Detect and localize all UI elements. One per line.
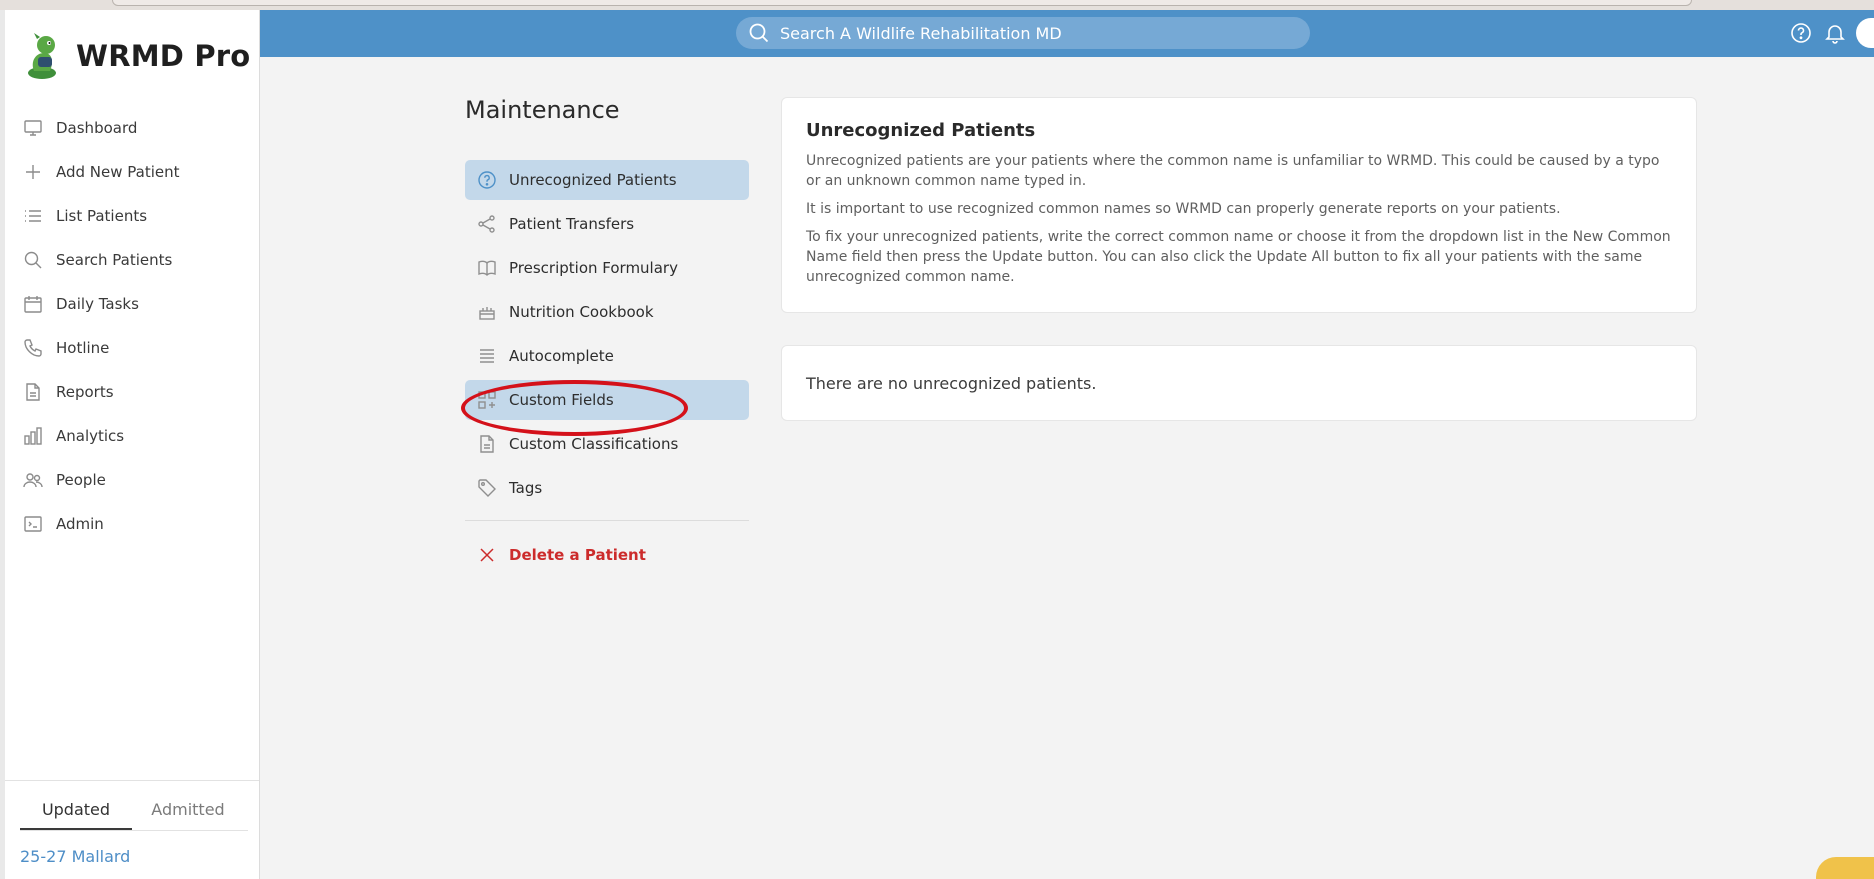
menu-divider [465, 520, 749, 521]
monitor-icon [20, 115, 46, 141]
menu-item-custom-fields[interactable]: Custom Fields [465, 380, 749, 420]
help-icon[interactable] [1786, 18, 1816, 48]
sidebar-item-search-patients[interactable]: Search Patients [0, 238, 259, 282]
terminal-icon [20, 511, 46, 537]
search-input[interactable]: Search A Wildlife Rehabilitation MD [736, 17, 1310, 49]
question-circle-icon [475, 168, 499, 192]
grid-plus-icon [475, 388, 499, 412]
document-icon [475, 432, 499, 456]
lines-icon [475, 344, 499, 368]
menu-item-prescription-formulary[interactable]: Prescription Formulary [465, 248, 749, 288]
cake-icon [475, 300, 499, 324]
delete-patient-label: Delete a Patient [509, 546, 646, 564]
menu-item-label: Tags [509, 479, 543, 497]
menu-item-label: Custom Classifications [509, 435, 679, 453]
people-icon [20, 467, 46, 493]
header-actions [1782, 18, 1874, 48]
sidebar-item-daily-tasks[interactable]: Daily Tasks [0, 282, 259, 326]
tab-row: Updated Admitted [20, 791, 248, 831]
sidebar-item-add-new-patient[interactable]: Add New Patient [0, 150, 259, 194]
maintenance-menu: Unrecognized Patients Patient Transfers … [465, 160, 749, 579]
menu-item-label: Prescription Formulary [509, 259, 678, 277]
tag-icon [475, 476, 499, 500]
menu-item-label: Custom Fields [509, 391, 614, 409]
empty-state-message: There are no unrecognized patients. [806, 373, 1097, 393]
sidebar-item-label: Add New Patient [56, 163, 180, 181]
close-icon [475, 543, 499, 567]
menu-item-label: Unrecognized Patients [509, 171, 677, 189]
recent-patient-link[interactable]: 25-27 Mallard [20, 847, 130, 866]
sidebar-item-label: Dashboard [56, 119, 138, 137]
sidebar-item-label: Hotline [56, 339, 110, 357]
sidebar-item-label: Analytics [56, 427, 125, 445]
page-title: Maintenance [465, 96, 620, 124]
menu-item-tags[interactable]: Tags [465, 468, 749, 508]
info-card-title: Unrecognized Patients [806, 120, 1036, 141]
sidebar-item-label: Daily Tasks [56, 295, 139, 313]
document-icon [20, 379, 46, 405]
menu-item-nutrition-cookbook[interactable]: Nutrition Cookbook [465, 292, 749, 332]
menu-item-patient-transfers[interactable]: Patient Transfers [465, 204, 749, 244]
list-icon [20, 203, 46, 229]
sidebar-item-admin[interactable]: Admin [0, 502, 259, 546]
browser-address-bar[interactable] [112, 0, 1692, 6]
tab-admitted[interactable]: Admitted [132, 791, 244, 830]
sidebar-item-analytics[interactable]: Analytics [0, 414, 259, 458]
info-paragraph: Unrecognized patients are your patients … [806, 153, 1660, 189]
sidebar-item-label: List Patients [56, 207, 148, 225]
menu-item-label: Autocomplete [509, 347, 614, 365]
sidebar-item-reports[interactable]: Reports [0, 370, 259, 414]
bell-icon[interactable] [1820, 18, 1850, 48]
menu-item-label: Patient Transfers [509, 215, 635, 233]
brand[interactable]: WRMD Pro [24, 28, 250, 84]
sidebar-nav: Dashboard Add New Patient List Patients … [0, 106, 259, 546]
sidebar: WRMD Pro Dashboard Add New Patient List … [0, 10, 260, 879]
wrmd-logo-icon [28, 33, 56, 79]
calendar-icon [20, 291, 46, 317]
patient-recent-tabs: Updated Admitted 25-27 Mallard [5, 780, 259, 879]
browser-tab-strip [0, 0, 1874, 10]
delete-patient-button[interactable]: Delete a Patient [465, 535, 749, 575]
sidebar-item-label: Admin [56, 515, 104, 533]
plus-icon [20, 159, 46, 185]
avatar[interactable] [1856, 18, 1874, 48]
info-paragraph: To fix your unrecognized patients, write… [806, 229, 1671, 285]
search-icon [749, 23, 769, 43]
sidebar-item-label: People [56, 471, 106, 489]
sidebar-item-list-patients[interactable]: List Patients [0, 194, 259, 238]
share-icon [475, 212, 499, 236]
menu-item-custom-classifications[interactable]: Custom Classifications [465, 424, 749, 464]
phone-icon [20, 335, 46, 361]
chat-widget-button[interactable] [1816, 857, 1874, 879]
brand-name: WRMD Pro [76, 39, 251, 73]
top-bar: Search A Wildlife Rehabilitation MD [260, 10, 1874, 57]
menu-item-autocomplete[interactable]: Autocomplete [465, 336, 749, 376]
info-card: Unrecognized Patients Unrecognized patie… [781, 97, 1697, 313]
menu-item-label: Nutrition Cookbook [509, 303, 654, 321]
info-paragraph: It is important to use recognized common… [806, 201, 1561, 217]
sidebar-item-label: Search Patients [56, 251, 173, 269]
search-placeholder: Search A Wildlife Rehabilitation MD [780, 23, 1062, 43]
sidebar-item-hotline[interactable]: Hotline [0, 326, 259, 370]
search-icon [20, 247, 46, 273]
sidebar-item-label: Reports [56, 383, 114, 401]
tab-updated[interactable]: Updated [20, 791, 132, 830]
sidebar-item-people[interactable]: People [0, 458, 259, 502]
sidebar-item-dashboard[interactable]: Dashboard [0, 106, 259, 150]
menu-item-unrecognized-patients[interactable]: Unrecognized Patients [465, 160, 749, 200]
empty-state-card: There are no unrecognized patients. [781, 345, 1697, 421]
bar-chart-icon [20, 423, 46, 449]
book-icon [475, 256, 499, 280]
